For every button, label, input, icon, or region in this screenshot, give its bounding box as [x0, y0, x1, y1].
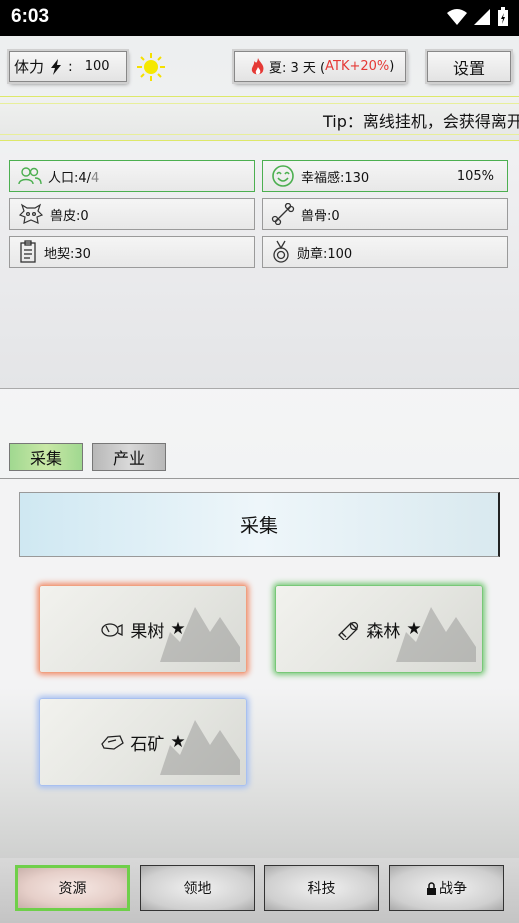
settings-label: 设置: [452, 58, 485, 78]
landscape-decoration: [160, 607, 240, 662]
tab-gather[interactable]: 采集: [9, 443, 83, 471]
card-stone-mine[interactable]: 石矿 ★: [39, 698, 247, 786]
tab-industry[interactable]: 产业: [92, 443, 166, 471]
people-icon: [18, 167, 42, 185]
wifi-icon: [447, 9, 467, 25]
season-text: 夏: 3 天 (: [269, 61, 326, 76]
tip-text: Tip：离线挂机，会获得离开: [323, 112, 519, 131]
ore-icon: [101, 735, 125, 750]
settings-button[interactable]: 设置: [427, 51, 511, 82]
population-label: 人口:4/: [48, 170, 92, 186]
hide-label: 兽皮:0: [50, 208, 89, 224]
happiness-label: 幸福感:130: [301, 170, 370, 186]
card-fruit-tree[interactable]: 果树 ★: [39, 585, 247, 673]
bone-label: 兽骨:0: [301, 208, 340, 224]
resource-hide: 兽皮:0: [9, 198, 255, 230]
nav-resources[interactable]: 资源: [15, 865, 130, 911]
document-icon: [20, 240, 36, 263]
bone-icon: [271, 203, 295, 225]
status-bar: 6:03: [0, 0, 519, 36]
section-title: 采集: [239, 515, 278, 537]
fire-icon: [251, 57, 264, 74]
population-max: 4: [91, 170, 100, 186]
section-header: 采集: [19, 492, 500, 557]
lock-icon: [427, 881, 436, 895]
tip-banner: Tip：离线挂机，会获得离开: [0, 96, 519, 141]
nav-war[interactable]: 战争: [389, 865, 504, 911]
nav-territory[interactable]: 领地: [140, 865, 255, 911]
resource-bone: 兽骨:0: [262, 198, 508, 230]
fruit-icon: [101, 623, 124, 637]
status-time: 6:03: [11, 6, 50, 27]
battery-icon: [498, 7, 508, 26]
resource-medal: 勋章:100: [262, 236, 508, 268]
lightning-icon: [51, 58, 62, 75]
deed-label: 地契:30: [44, 246, 91, 262]
stamina-label: 体力: [14, 58, 45, 76]
stamina-display: 体力 : 100: [9, 51, 127, 82]
medal-icon: [273, 240, 289, 263]
stamina-value: 100: [84, 59, 110, 74]
card-forest[interactable]: 森林 ★: [275, 585, 483, 673]
log-icon: [338, 621, 359, 640]
resource-population: 人口:4/4: [9, 160, 255, 192]
signal-icon: [474, 9, 490, 25]
medal-label: 勋章:100: [297, 246, 353, 262]
smile-icon: [272, 165, 294, 187]
status-icons: [447, 7, 509, 27]
sun-icon: [137, 53, 165, 81]
landscape-decoration: [396, 607, 476, 662]
season-display: 夏: 3 天 (ATK+20%): [234, 51, 406, 82]
atk-bonus: ATK+20%: [325, 59, 390, 74]
hide-icon: [18, 203, 44, 224]
happiness-percent: 105%: [456, 168, 494, 184]
nav-technology[interactable]: 科技: [264, 865, 379, 911]
resource-happiness: 幸福感:130 105%: [262, 160, 508, 192]
landscape-decoration: [160, 720, 240, 775]
resource-deed: 地契:30: [9, 236, 255, 268]
